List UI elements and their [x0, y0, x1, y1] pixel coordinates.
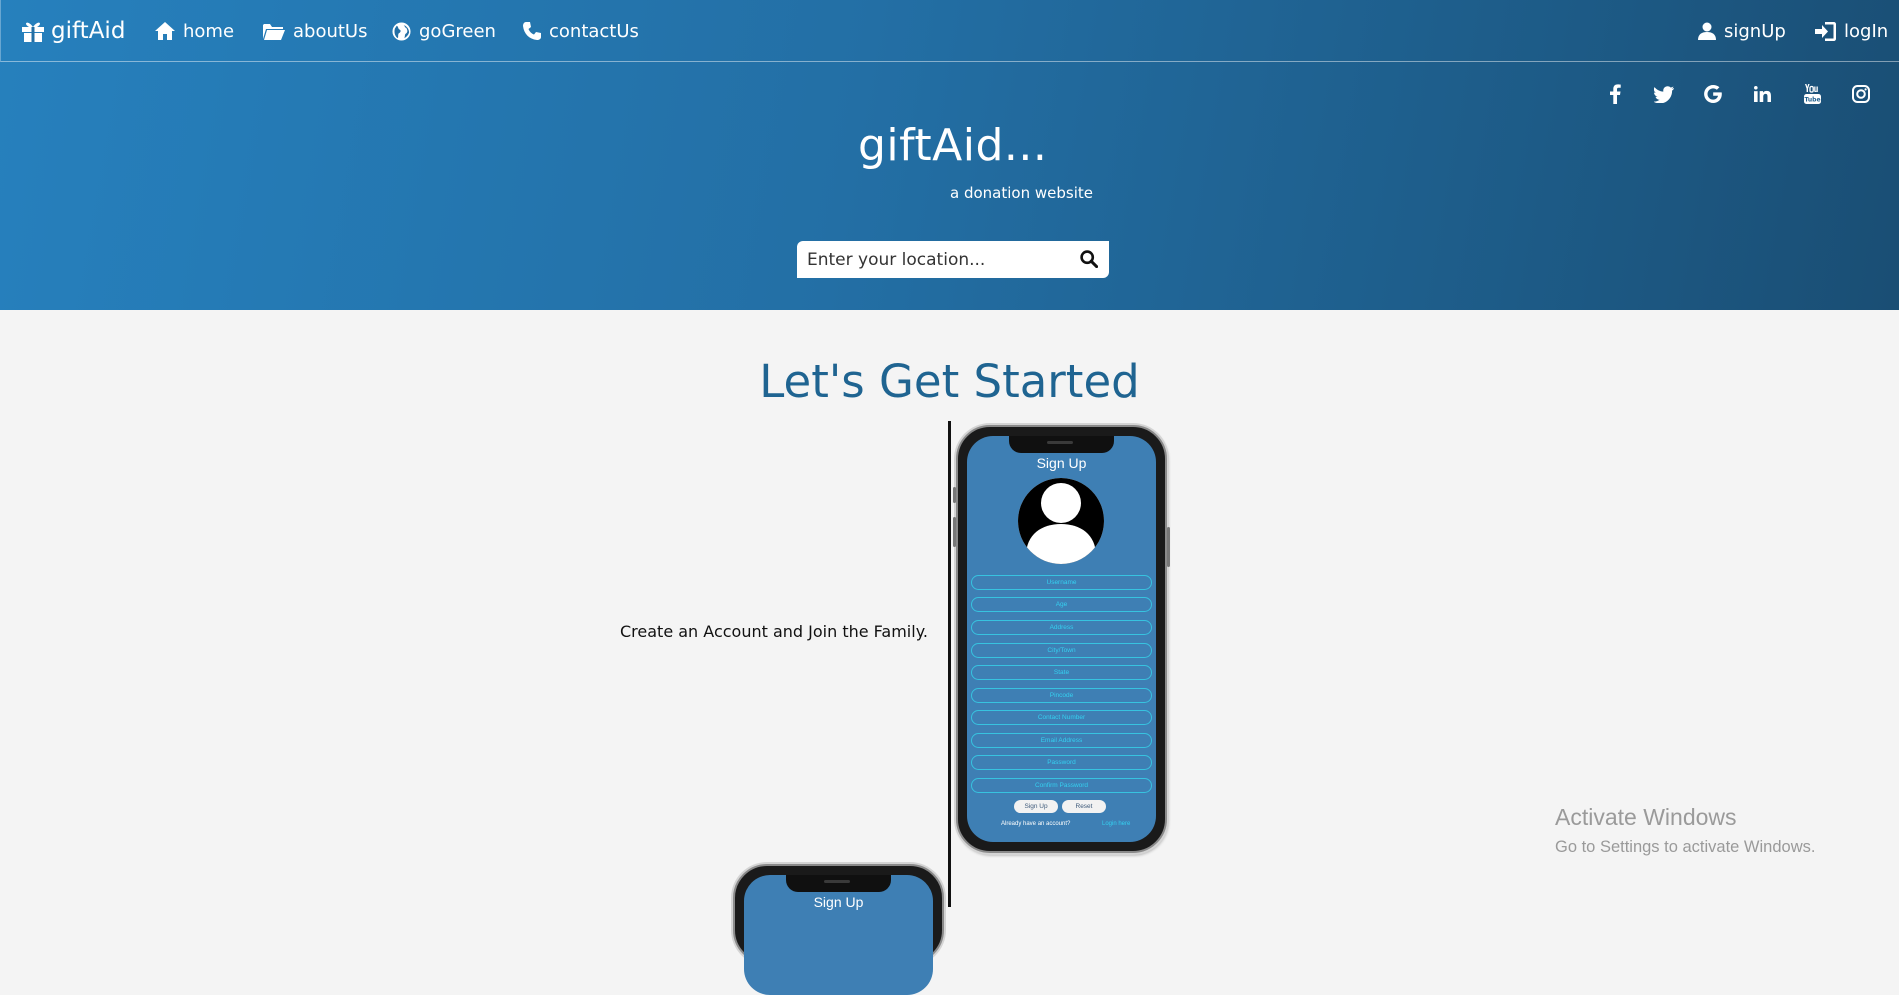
gift-icon	[22, 22, 44, 42]
phone-side-button	[953, 517, 956, 547]
activate-windows-subtitle: Go to Settings to activate Windows.	[1555, 838, 1816, 856]
linkedin-icon[interactable]	[1750, 82, 1774, 106]
signup-form-title: Sign Up	[1036, 455, 1087, 471]
username-field: Username	[971, 575, 1152, 590]
section-heading: Let's Get Started	[759, 355, 1140, 408]
nav-login[interactable]: logIn	[1815, 0, 1888, 62]
city-field: City/Town	[971, 643, 1152, 658]
phone-notch	[1009, 436, 1114, 453]
confirm-password-field: Confirm Password	[971, 778, 1152, 793]
nav-gogreen[interactable]: goGreen	[392, 0, 496, 62]
phone-icon	[523, 22, 541, 40]
site-tagline: a donation website	[950, 184, 1093, 202]
header-banner: giftAid home aboutUs goGreen contactUs s…	[0, 0, 1899, 310]
nav-login-label: logIn	[1844, 20, 1889, 42]
home-icon	[155, 22, 175, 40]
youtube-icon[interactable]: Tube	[1800, 82, 1824, 106]
activate-windows-title: Activate Windows	[1555, 804, 1737, 830]
folder-open-icon	[263, 23, 285, 40]
phone-screen: Sign Up Username Age Address City/Town S…	[967, 436, 1156, 842]
reset-mock-button: Reset	[1062, 800, 1106, 813]
search-icon	[1080, 250, 1098, 268]
phone-mockup-2: Sign Up	[733, 864, 944, 995]
svg-text:Tube: Tube	[1804, 97, 1820, 104]
nav-about[interactable]: aboutUs	[263, 0, 368, 62]
phone-screen: Sign Up	[744, 875, 933, 995]
site-title: giftAid...	[858, 120, 1048, 171]
signup-form-title: Sign Up	[813, 894, 864, 910]
login-link: Login here	[1102, 821, 1131, 827]
globe-icon	[392, 21, 411, 41]
password-field: Password	[971, 755, 1152, 770]
phone-side-button	[953, 487, 956, 503]
contact-number-field: Contact Number	[971, 710, 1152, 725]
timeline-divider	[948, 421, 951, 907]
signup-mock-button: Sign Up	[1014, 800, 1058, 813]
phone-notch	[786, 875, 891, 892]
phone-mockup: Sign Up Username Age Address City/Town S…	[953, 425, 1170, 853]
brand-name: giftAid	[51, 18, 126, 44]
address-field: Address	[971, 620, 1152, 635]
google-icon[interactable]	[1701, 82, 1725, 106]
search-button[interactable]	[1079, 249, 1099, 269]
login-prompt: Already have an account?	[1001, 821, 1071, 827]
instagram-icon[interactable]	[1849, 82, 1873, 106]
navbar: giftAid home aboutUs goGreen contactUs s…	[0, 0, 1899, 62]
age-field: Age	[971, 597, 1152, 612]
brand-link[interactable]: giftAid	[21, 0, 125, 62]
social-links: Tube	[1600, 82, 1870, 108]
nav-gogreen-label: goGreen	[419, 20, 496, 42]
nav-contact-label: contactUs	[549, 20, 639, 42]
log-in-icon	[1815, 21, 1836, 41]
twitter-icon[interactable]	[1652, 82, 1676, 106]
step-description: Create an Account and Join the Family.	[620, 622, 928, 641]
nav-home-label: home	[183, 20, 235, 42]
phone-side-button	[1167, 527, 1170, 567]
nav-about-label: aboutUs	[293, 20, 368, 42]
nav-contact[interactable]: contactUs	[523, 0, 639, 62]
location-search-input[interactable]	[797, 242, 1067, 277]
location-search	[797, 241, 1109, 278]
state-field: State	[971, 665, 1152, 680]
nav-signup-label: signUp	[1724, 20, 1786, 42]
email-field: Email Address	[971, 733, 1152, 748]
pincode-field: Pincode	[971, 688, 1152, 703]
nav-signup[interactable]: signUp	[1698, 0, 1786, 62]
facebook-icon[interactable]	[1603, 82, 1627, 106]
avatar-icon	[1018, 478, 1104, 564]
nav-home[interactable]: home	[155, 0, 234, 62]
user-icon	[1698, 22, 1716, 40]
